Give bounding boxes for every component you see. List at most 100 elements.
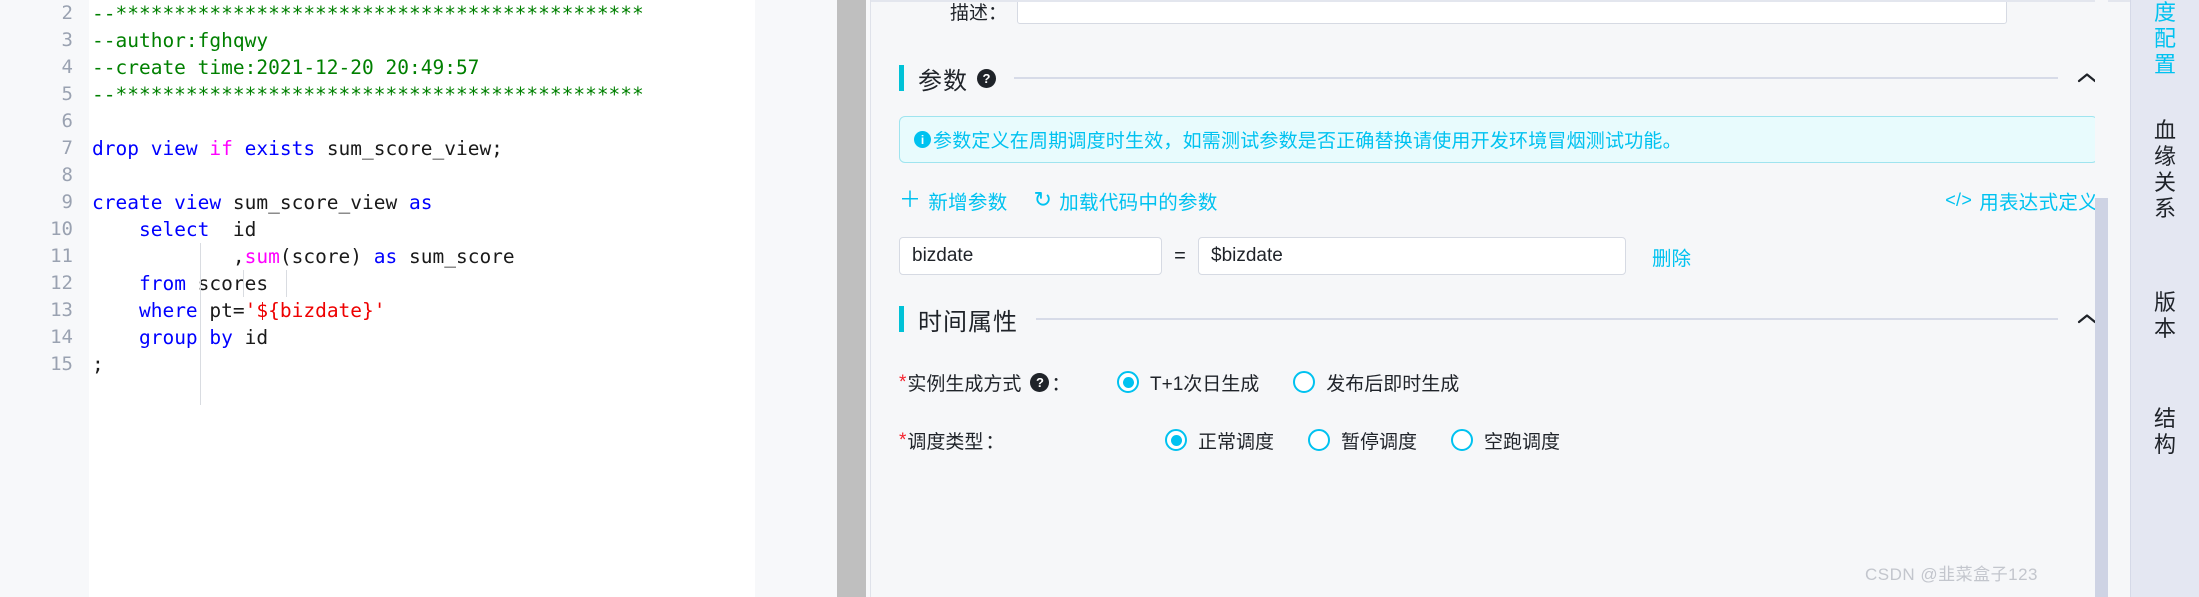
code-line[interactable]: --**************************************… [92, 81, 755, 108]
code-token: drop view [92, 137, 210, 160]
code-line[interactable]: ; [92, 351, 755, 378]
code-token: , [92, 245, 245, 268]
radio-option-label: 正常调度 [1198, 431, 1275, 453]
rail-tab-char: 结 [2153, 406, 2177, 431]
required-asterisk: * [899, 429, 907, 451]
rail-tab-血缘关系[interactable]: 血缘关系 [2131, 118, 2199, 222]
rail-tab-版本[interactable]: 版本 [2131, 290, 2199, 342]
code-line[interactable]: group by id [92, 324, 755, 351]
editor-line-number-gutter: 2 3 4 5 6 7 8 9 10 11 12 13 14 15 [0, 0, 89, 597]
time-attributes-section-header[interactable]: 时间属性 [899, 299, 2098, 339]
radio-unchecked-icon[interactable] [1308, 429, 1331, 451]
parameters-section-title: 参数 [918, 67, 968, 95]
help-icon[interactable]: ? [1030, 372, 1050, 392]
rail-tab-char: 构 [2153, 432, 2177, 457]
code-token: id [232, 326, 269, 349]
code-token: group by [138, 326, 233, 349]
line-number: 12 [50, 272, 73, 294]
schedule-config-panel: 描述： 参数 ? i 参数定义在周期调度时生效，如需测试参数是否正确替换请使用开… [870, 0, 2130, 597]
time-attribute-fields: * 实例生成方式?： T+1次日生成 发布后即时生成 * 调度类型：正常调度 暂停调度 空跑调… [899, 367, 2098, 455]
parameters-section-header[interactable]: 参数 ? [899, 58, 2098, 98]
code-token: sum_score_view; [315, 137, 503, 160]
parameters-actions-row: ＋ 新增参数 ↻ 加载代码中的参数 </> 用表达式定义 [899, 185, 2098, 215]
rail-tab-char: 本 [2153, 316, 2177, 341]
rail-tab-char: 血 [2153, 118, 2177, 143]
parameter-value-input[interactable] [1198, 237, 1626, 275]
radio-checked-icon[interactable] [1165, 429, 1187, 451]
code-line[interactable]: select id [92, 216, 755, 243]
code-token: as [373, 245, 398, 268]
radio-option-label: 发布后即时生成 [1326, 373, 1460, 395]
parameter-row: = 删除 [899, 237, 2098, 275]
rail-tab-char: 配 [2153, 26, 2177, 51]
app-root: 2 3 4 5 6 7 8 9 10 11 12 13 14 15 --*****************… [0, 0, 2199, 597]
code-line[interactable]: from scores [92, 270, 755, 297]
section-accent-bar [899, 65, 904, 91]
editor-code-area[interactable]: --**************************************… [89, 0, 755, 597]
delete-parameter-button[interactable]: 删除 [1652, 242, 1691, 271]
code-line[interactable]: --author:fghqwy [92, 27, 755, 54]
right-tab-rail: 度配置血缘关系版本结构 [2130, 0, 2199, 597]
splitter-handle[interactable] [837, 0, 866, 597]
code-editor-pane[interactable]: 2 3 4 5 6 7 8 9 10 11 12 13 14 15 --*****************… [0, 0, 755, 597]
code-brackets-icon: </> [1945, 190, 1973, 210]
code-token: id [209, 218, 257, 241]
field-row-instance-generation-mode: * 实例生成方式?： T+1次日生成 发布后即时生成 [899, 367, 2098, 397]
chevron-up-glyph [2077, 314, 2097, 324]
code-line[interactable]: create view sum_score_view as [92, 189, 755, 216]
required-asterisk: * [899, 371, 907, 393]
radio-option[interactable]: 暂停调度 [1308, 427, 1417, 454]
radio-unchecked-icon[interactable] [1293, 371, 1316, 393]
radio-checked-icon[interactable] [1117, 371, 1139, 393]
rail-tab-结构[interactable]: 结构 [2131, 406, 2199, 458]
radio-unchecked-icon[interactable] [1451, 429, 1474, 451]
rail-tab-char: 置 [2153, 52, 2177, 77]
line-number: 6 [61, 110, 73, 132]
indent-guide [243, 270, 244, 297]
radio-option[interactable]: 空跑调度 [1451, 427, 1560, 454]
description-field-row: 描述： [871, 0, 2130, 32]
rail-tab-char: 关 [2153, 170, 2177, 195]
line-number: 11 [50, 245, 73, 267]
expression-define-button[interactable]: </> 用表达式定义 [1945, 186, 2098, 215]
load-params-from-code-button[interactable]: ↻ 加载代码中的参数 [1034, 186, 1218, 215]
radio-option[interactable]: 发布后即时生成 [1293, 369, 1459, 396]
code-token: --**************************************… [92, 83, 644, 106]
radio-option[interactable]: 正常调度 [1165, 427, 1274, 454]
rail-tab-char: 度 [2153, 0, 2177, 25]
code-token: sum_score_view [221, 191, 409, 214]
add-param-button[interactable]: ＋ 新增参数 [899, 186, 1008, 215]
section-divider-rule [1014, 77, 2058, 79]
info-icon: i [914, 131, 931, 148]
time-attributes-section-title: 时间属性 [918, 308, 1018, 336]
code-token: select [138, 218, 210, 241]
code-token: --create time:2021-12-20 20:49:57 [92, 56, 480, 79]
rail-tab-char: 版 [2153, 290, 2177, 315]
code-line[interactable] [92, 108, 755, 135]
panel-top-divider [871, 0, 2130, 2]
parameters-info-text: 参数定义在周期调度时生效，如需测试参数是否正确替换请使用开发环境冒烟测试功能。 [933, 131, 1682, 152]
code-line[interactable]: where pt='${bizdate}' [92, 297, 755, 324]
code-line[interactable]: --**************************************… [92, 0, 755, 27]
radio-option-label: T+1次日生成 [1150, 373, 1260, 395]
description-input[interactable] [1017, 0, 2007, 24]
help-icon[interactable]: ? [977, 68, 996, 88]
code-token: (score) [279, 245, 374, 268]
rail-tab-度配置[interactable]: 度配置 [2131, 0, 2199, 78]
parameters-section: 参数 ? i 参数定义在周期调度时生效，如需测试参数是否正确替换请使用开发环境冒… [899, 58, 2098, 275]
code-line[interactable]: --create time:2021-12-20 20:49:57 [92, 54, 755, 81]
code-line[interactable]: drop view if exists sum_score_view; [92, 135, 755, 162]
field-label: * 实例生成方式?： [899, 369, 1095, 396]
parameter-key-input[interactable] [899, 237, 1162, 275]
panel-scrollbar-thumb[interactable] [2095, 198, 2108, 597]
indent-guide [200, 243, 201, 405]
expression-define-label: 用表达式定义 [1979, 191, 2098, 214]
code-token: from [138, 272, 186, 295]
radio-option-label: 暂停调度 [1341, 431, 1418, 453]
radio-option[interactable]: T+1次日生成 [1117, 369, 1259, 396]
code-line[interactable]: ,sum(score) as sum_score [92, 243, 755, 270]
field-label-text: 实例生成方式 [907, 373, 1022, 395]
code-line[interactable] [92, 162, 755, 189]
line-number: 2 [61, 2, 73, 24]
